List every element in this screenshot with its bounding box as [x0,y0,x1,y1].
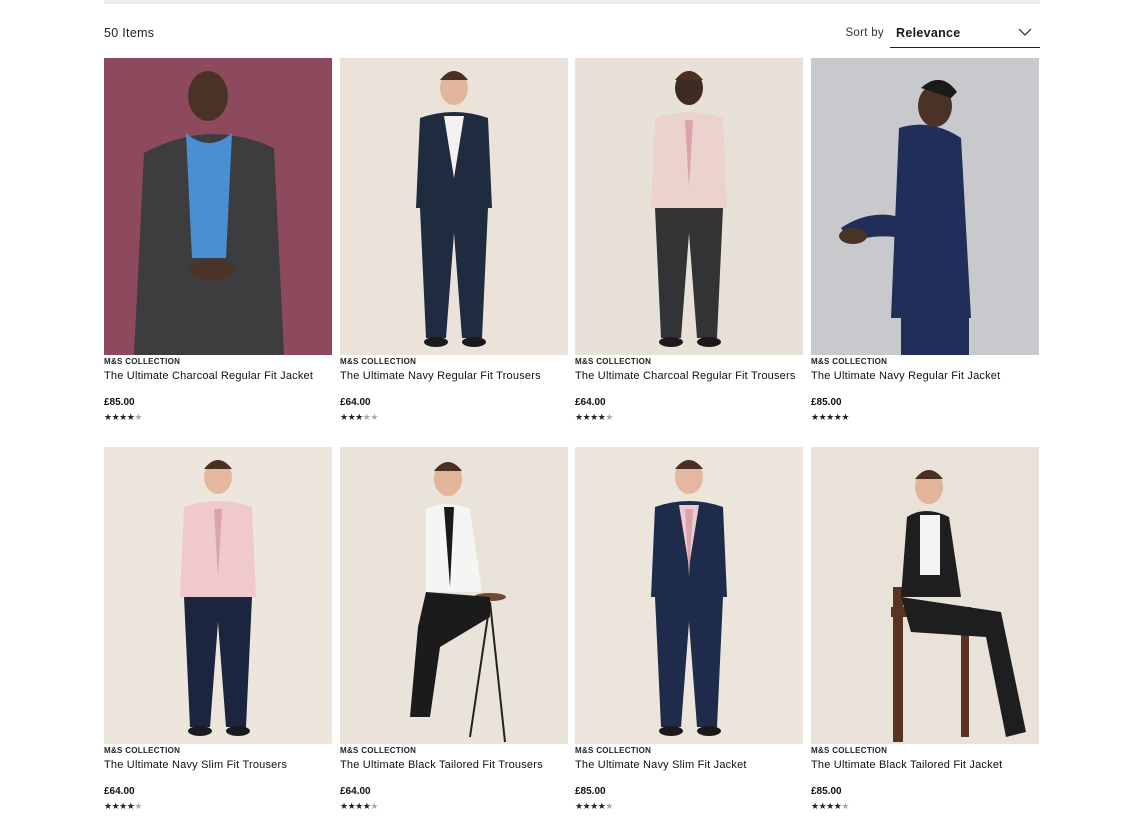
product-price: £64.00 [104,786,135,797]
star-icon: ★ [605,412,613,422]
product-card[interactable]: M&S COLLECTION The Ultimate Navy Slim Fi… [575,447,803,817]
product-card[interactable]: M&S COLLECTION The Ultimate Black Tailor… [340,447,568,817]
star-icon: ★ [575,412,583,422]
product-rating: ★★★★★ [104,412,142,422]
product-brand: M&S COLLECTION [575,746,652,755]
product-rating: ★★★★★ [575,412,613,422]
product-brand: M&S COLLECTION [811,746,888,755]
top-divider [104,0,1040,4]
star-icon: ★ [590,801,598,811]
product-price: £64.00 [340,786,371,797]
product-card[interactable]: M&S COLLECTION The Ultimate Charcoal Reg… [575,58,803,428]
product-name[interactable]: The Ultimate Black Tailored Fit Jacket [811,759,1043,771]
product-rating: ★★★★★ [575,801,613,811]
product-card[interactable]: M&S COLLECTION The Ultimate Charcoal Reg… [104,58,332,428]
product-rating: ★★★★★ [811,412,849,422]
product-card[interactable]: M&S COLLECTION The Ultimate Navy Regular… [340,58,568,428]
star-icon: ★ [590,412,598,422]
product-name[interactable]: The Ultimate Navy Regular Fit Trousers [340,370,572,382]
product-rating: ★★★★★ [104,801,142,811]
star-icon: ★ [104,801,112,811]
sort-dropdown[interactable]: Relevance [890,24,1040,48]
chevron-down-icon [1018,28,1032,36]
product-name[interactable]: The Ultimate Charcoal Regular Fit Trouse… [575,370,807,382]
product-image[interactable] [575,58,803,355]
star-icon: ★ [119,801,127,811]
product-price: £85.00 [811,397,842,408]
sort-selected-value: Relevance [896,26,961,40]
product-brand: M&S COLLECTION [104,357,181,366]
product-name[interactable]: The Ultimate Navy Slim Fit Jacket [575,759,807,771]
item-count: 50 Items [104,26,155,40]
star-icon: ★ [605,801,613,811]
star-icon: ★ [340,412,348,422]
product-name[interactable]: The Ultimate Charcoal Regular Fit Jacket [104,370,336,382]
product-image[interactable] [811,58,1039,355]
product-rating: ★★★★★ [340,801,378,811]
product-image[interactable] [340,447,568,744]
star-icon: ★ [134,412,142,422]
star-icon: ★ [841,412,849,422]
product-image[interactable] [575,447,803,744]
product-brand: M&S COLLECTION [340,746,417,755]
sort-label: Sort by [845,27,884,39]
product-card[interactable]: M&S COLLECTION The Ultimate Black Tailor… [811,447,1039,817]
product-image[interactable] [104,447,332,744]
star-icon: ★ [355,801,363,811]
star-icon: ★ [119,412,127,422]
product-rating: ★★★★★ [340,412,378,422]
star-icon: ★ [826,801,834,811]
product-brand: M&S COLLECTION [575,357,652,366]
product-brand: M&S COLLECTION [104,746,181,755]
star-icon: ★ [104,412,112,422]
star-icon: ★ [134,801,142,811]
star-icon: ★ [355,412,363,422]
product-name[interactable]: The Ultimate Navy Slim Fit Trousers [104,759,336,771]
product-price: £85.00 [811,786,842,797]
product-brand: M&S COLLECTION [811,357,888,366]
product-image[interactable] [104,58,332,355]
star-icon: ★ [811,412,819,422]
star-icon: ★ [370,412,378,422]
product-image[interactable] [811,447,1039,744]
product-image[interactable] [340,58,568,355]
star-icon: ★ [370,801,378,811]
product-price: £85.00 [575,786,606,797]
star-icon: ★ [340,801,348,811]
product-brand: M&S COLLECTION [340,357,417,366]
star-icon: ★ [841,801,849,811]
product-card[interactable]: M&S COLLECTION The Ultimate Navy Regular… [811,58,1039,428]
product-card[interactable]: M&S COLLECTION The Ultimate Navy Slim Fi… [104,447,332,817]
product-price: £64.00 [340,397,371,408]
product-rating: ★★★★★ [811,801,849,811]
product-price: £64.00 [575,397,606,408]
product-name[interactable]: The Ultimate Navy Regular Fit Jacket [811,370,1043,382]
product-name[interactable]: The Ultimate Black Tailored Fit Trousers [340,759,572,771]
star-icon: ★ [575,801,583,811]
star-icon: ★ [811,801,819,811]
star-icon: ★ [826,412,834,422]
product-price: £85.00 [104,397,135,408]
results-toolbar: 50 Items Sort by Relevance [104,24,1040,48]
